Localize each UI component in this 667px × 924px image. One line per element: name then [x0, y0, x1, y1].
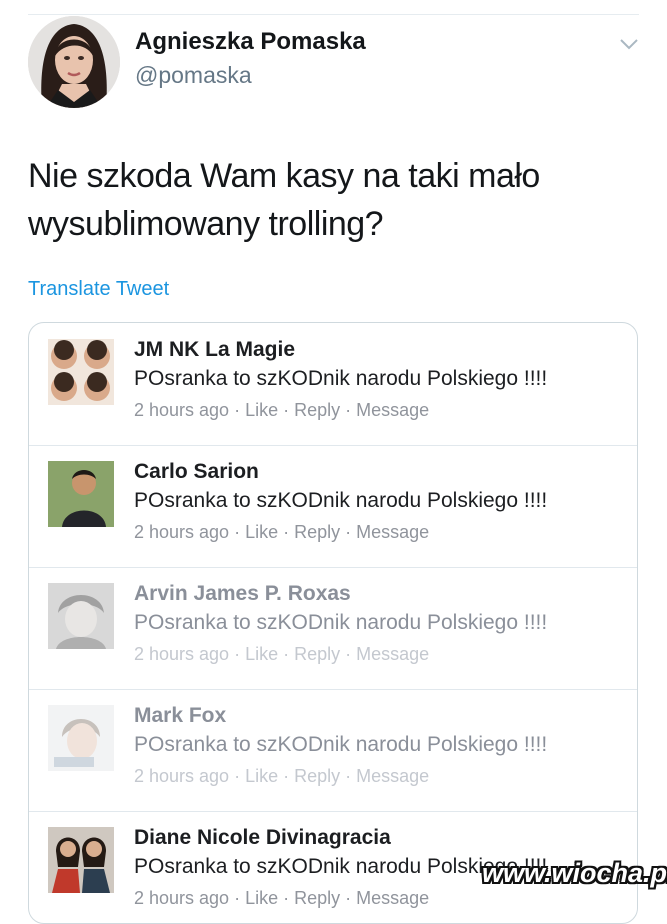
message-link[interactable]: Message [356, 766, 429, 786]
meta-separator: · [283, 766, 290, 786]
comment-meta: 2 hours ago · Like · Reply · Message [134, 766, 429, 787]
comment-text: POsranka to szKODnik narodu Polskiego !!… [134, 489, 548, 512]
like-link[interactable]: Like [245, 400, 278, 420]
message-link[interactable]: Message [356, 522, 429, 542]
like-link[interactable]: Like [245, 888, 278, 908]
comment-meta: 2 hours ago · Like · Reply · Message [134, 644, 429, 665]
comment-text: POsranka to szKODnik narodu Polskiego !!… [134, 733, 548, 756]
comment-text: POsranka to szKODnik narodu Polskiego !!… [134, 367, 548, 390]
meta-separator: · [234, 400, 241, 420]
commenter-avatar[interactable] [48, 339, 114, 405]
top-divider [28, 14, 639, 15]
comment-time: 2 hours ago [134, 888, 230, 908]
comment-time: 2 hours ago [134, 522, 230, 542]
meta-separator: · [234, 644, 241, 664]
commenter-avatar[interactable] [48, 461, 114, 527]
meta-separator: · [234, 766, 241, 786]
meta-separator: · [283, 888, 290, 908]
commenter-avatar[interactable] [48, 705, 114, 771]
comment-time: 2 hours ago [134, 644, 230, 664]
message-link[interactable]: Message [356, 888, 429, 908]
comment-item: Carlo Sarion POsranka to szKODnik narodu… [29, 445, 637, 568]
commenter-name[interactable]: Diane Nicole Divinagracia [134, 826, 391, 850]
tweet-text: Nie szkoda Wam kasy na taki mało wysubli… [28, 152, 628, 248]
chevron-down-icon[interactable] [616, 34, 642, 54]
watermark: www.wiocha.pl [482, 858, 667, 888]
author-name[interactable]: Agnieszka Pomaska [135, 28, 366, 56]
meta-separator: · [345, 888, 352, 908]
commenter-avatar[interactable] [48, 827, 114, 893]
meta-separator: · [283, 400, 290, 420]
meta-separator: · [345, 644, 352, 664]
meta-separator: · [283, 522, 290, 542]
meta-separator: · [345, 766, 352, 786]
meta-separator: · [283, 644, 290, 664]
reply-link[interactable]: Reply [294, 766, 340, 786]
meta-separator: · [345, 522, 352, 542]
tweet-text-line: wysublimowany trolling? [28, 205, 384, 243]
author-avatar[interactable] [28, 16, 120, 108]
comment-text: POsranka to szKODnik narodu Polskiego !!… [134, 611, 548, 634]
reply-link[interactable]: Reply [294, 644, 340, 664]
comment-meta: 2 hours ago · Like · Reply · Message [134, 888, 429, 909]
message-link[interactable]: Message [356, 400, 429, 420]
commenter-name[interactable]: Mark Fox [134, 704, 226, 728]
reply-link[interactable]: Reply [294, 522, 340, 542]
comment-meta: 2 hours ago · Like · Reply · Message [134, 400, 429, 421]
like-link[interactable]: Like [245, 522, 278, 542]
reply-link[interactable]: Reply [294, 400, 340, 420]
like-link[interactable]: Like [245, 644, 278, 664]
meta-separator: · [345, 400, 352, 420]
commenter-name[interactable]: Arvin James P. Roxas [134, 582, 351, 606]
commenter-avatar[interactable] [48, 583, 114, 649]
author-handle[interactable]: @pomaska [135, 62, 252, 89]
reply-link[interactable]: Reply [294, 888, 340, 908]
comment-item: Arvin James P. Roxas POsranka to szKODni… [29, 567, 637, 690]
tweet-text-line: Nie szkoda Wam kasy na taki mało [28, 157, 540, 195]
meta-separator: · [234, 522, 241, 542]
embedded-comments-card: JM NK La Magie POsranka to szKODnik naro… [28, 322, 638, 924]
like-link[interactable]: Like [245, 766, 278, 786]
comment-item: JM NK La Magie POsranka to szKODnik naro… [29, 323, 637, 446]
commenter-name[interactable]: JM NK La Magie [134, 338, 295, 362]
comment-meta: 2 hours ago · Like · Reply · Message [134, 522, 429, 543]
meta-separator: · [234, 888, 241, 908]
commenter-name[interactable]: Carlo Sarion [134, 460, 259, 484]
comment-time: 2 hours ago [134, 400, 230, 420]
translate-tweet-link[interactable]: Translate Tweet [28, 278, 169, 301]
comment-item: Mark Fox POsranka to szKODnik narodu Pol… [29, 689, 637, 812]
message-link[interactable]: Message [356, 644, 429, 664]
comment-time: 2 hours ago [134, 766, 230, 786]
